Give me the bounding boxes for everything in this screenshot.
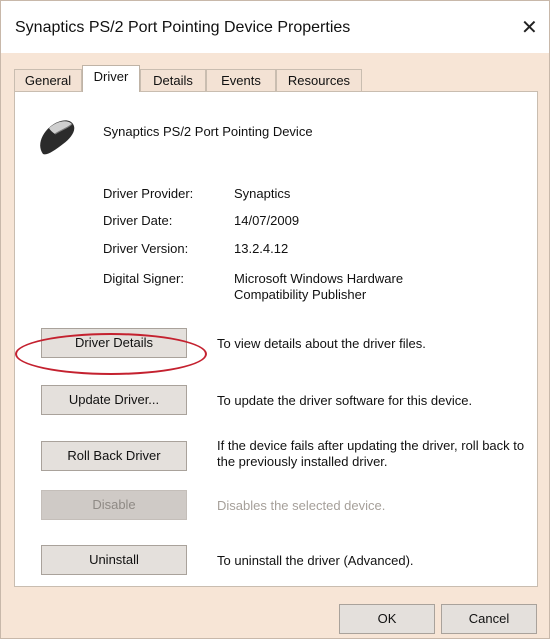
driver-tab-panel: Synaptics PS/2 Port Pointing Device Driv… bbox=[14, 91, 538, 587]
mouse-icon bbox=[40, 120, 75, 155]
device-name: Synaptics PS/2 Port Pointing Device bbox=[103, 124, 313, 139]
disable-description: Disables the selected device. bbox=[217, 498, 386, 513]
driver-provider-value: Synaptics bbox=[234, 186, 291, 201]
driver-details-description: To view details about the driver files. bbox=[217, 336, 426, 351]
roll-back-driver-description: If the device fails after updating the d… bbox=[217, 438, 525, 469]
driver-provider-label: Driver Provider: bbox=[103, 186, 194, 201]
cancel-button[interactable]: Cancel bbox=[441, 604, 537, 634]
tab-driver[interactable]: Driver bbox=[82, 65, 140, 92]
roll-back-driver-button[interactable]: Roll Back Driver bbox=[41, 441, 187, 471]
uninstall-description: To uninstall the driver (Advanced). bbox=[217, 553, 414, 568]
window-title: Synaptics PS/2 Port Pointing Device Prop… bbox=[15, 19, 351, 36]
tab-general[interactable]: General bbox=[14, 69, 82, 91]
properties-dialog: Synaptics PS/2 Port Pointing Device Prop… bbox=[0, 0, 550, 639]
title-bar[interactable]: Synaptics PS/2 Port Pointing Device Prop… bbox=[1, 1, 549, 53]
update-driver-button[interactable]: Update Driver... bbox=[41, 385, 187, 415]
close-button[interactable]: ✕ bbox=[521, 15, 549, 41]
uninstall-button[interactable]: Uninstall bbox=[41, 545, 187, 575]
digital-signer-value: Microsoft Windows Hardware Compatibility… bbox=[234, 271, 404, 302]
close-icon: ✕ bbox=[521, 17, 538, 39]
ok-button[interactable]: OK bbox=[339, 604, 435, 634]
disable-button[interactable]: Disable bbox=[41, 490, 187, 520]
tab-resources[interactable]: Resources bbox=[276, 69, 362, 91]
driver-details-button[interactable]: Driver Details bbox=[41, 328, 187, 358]
driver-date-label: Driver Date: bbox=[103, 213, 173, 228]
dialog-body: General Driver Details Events Resources … bbox=[1, 53, 549, 638]
driver-version-value: 13.2.4.12 bbox=[234, 241, 289, 256]
tab-events[interactable]: Events bbox=[206, 69, 276, 91]
digital-signer-label: Digital Signer: bbox=[103, 271, 184, 286]
update-driver-description: To update the driver software for this d… bbox=[217, 393, 473, 408]
driver-date-value: 14/07/2009 bbox=[234, 213, 300, 228]
tab-details[interactable]: Details bbox=[140, 69, 206, 91]
driver-version-label: Driver Version: bbox=[103, 241, 189, 256]
